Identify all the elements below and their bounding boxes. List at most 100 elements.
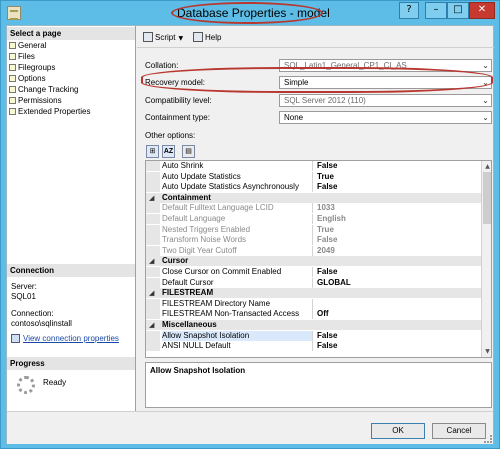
collapse-triangle-icon[interactable]: ◢ (149, 288, 154, 298)
property-row[interactable]: Close Cursor on Commit Enabled False (146, 267, 481, 277)
property-value[interactable]: 2049 (317, 246, 335, 256)
cancel-button[interactable]: Cancel (432, 423, 486, 439)
database-properties-window: Database Properties - model ? – □ ✕ Sele… (0, 0, 500, 449)
database-icon (7, 6, 21, 20)
maximize-button[interactable]: □ (447, 2, 469, 19)
dialog-client-area: Select a page General Files Filegroups O… (6, 25, 494, 444)
property-row[interactable]: FILESTREAM Directory Name (146, 298, 481, 309)
property-value[interactable]: GLOBAL (317, 278, 351, 288)
help-label: Help (205, 33, 222, 42)
collapse-triangle-icon[interactable]: ◢ (149, 193, 154, 203)
row-gutter (146, 171, 160, 182)
property-row[interactable]: Default Cursor GLOBAL (146, 277, 481, 288)
collapse-triangle-icon[interactable]: ◢ (149, 320, 154, 330)
scroll-down-icon[interactable]: ▼ (483, 347, 491, 356)
page-item-permissions[interactable]: Permissions (9, 95, 62, 106)
property-row[interactable]: Auto Update Statistics Asynchronously Fal… (146, 182, 481, 193)
property-row[interactable]: ANSI NULL Default False (146, 341, 481, 352)
view-connection-properties-link[interactable]: View connection properties (11, 334, 119, 346)
page-item-label: Filegroups (18, 63, 56, 72)
property-row[interactable]: Default Fulltext Language LCID 1033 (146, 203, 481, 214)
row-gutter (146, 267, 160, 277)
property-category-row[interactable]: ◢ FILESTREAM (146, 288, 481, 299)
script-button[interactable]: Script ▼ (143, 32, 183, 44)
page-item-extended-properties[interactable]: Extended Properties (9, 106, 91, 117)
property-row[interactable]: Transform Noise Words False (146, 235, 481, 246)
property-value[interactable]: True (317, 225, 334, 235)
property-row[interactable]: Two Digit Year Cutoff 2049 (146, 245, 481, 256)
alphabetical-sort-button[interactable]: AZ (162, 145, 175, 158)
containment-type-dropdown[interactable]: None ⌄ (279, 111, 492, 124)
close-button[interactable]: ✕ (469, 2, 495, 19)
property-category-row[interactable]: ◢ Cursor (146, 256, 481, 267)
progress-header: Progress (7, 357, 135, 370)
chevron-down-icon: ⌄ (482, 113, 489, 122)
property-row[interactable]: Default Language English (146, 214, 481, 224)
row-gutter (146, 235, 160, 246)
property-value[interactable]: False (317, 235, 337, 245)
property-value[interactable]: False (317, 182, 337, 192)
page-item-files[interactable]: Files (9, 51, 35, 62)
row-gutter (146, 224, 160, 235)
page-item-label: General (18, 41, 47, 50)
server-label: Server: (11, 282, 37, 291)
compatibility-level-value: SQL Server 2012 (110) (284, 96, 366, 105)
title-bar[interactable]: Database Properties - model ? – □ ✕ (1, 1, 499, 25)
containment-type-label: Containment type: (145, 113, 210, 122)
help-button[interactable]: Help (193, 32, 221, 44)
property-value[interactable]: True (317, 172, 334, 182)
minimize-button[interactable]: – (425, 2, 447, 19)
page-icon (9, 97, 16, 104)
help-window-button[interactable]: ? (399, 2, 419, 19)
property-row[interactable]: Nested Triggers Enabled True (146, 224, 481, 235)
chevron-down-icon: ⌄ (482, 96, 489, 105)
property-category-row[interactable]: ◢ Containment (146, 192, 481, 203)
property-name: Default Fulltext Language LCID (162, 203, 313, 214)
containment-type-value: None (284, 113, 304, 122)
property-name: Close Cursor on Commit Enabled (162, 267, 313, 277)
scroll-up-icon[interactable]: ▲ (483, 162, 491, 171)
page-item-general[interactable]: General (9, 40, 46, 51)
property-row[interactable]: Auto Shrink False (146, 161, 481, 171)
collapse-triangle-icon[interactable]: ◢ (149, 256, 154, 266)
page-icon (9, 75, 16, 82)
property-value[interactable]: False (317, 341, 337, 351)
property-value[interactable]: Off (317, 309, 329, 319)
property-value[interactable]: 1033 (317, 203, 335, 213)
row-gutter (146, 203, 160, 214)
chevron-down-icon: ▼ (178, 35, 184, 42)
page-item-label: Options (18, 74, 46, 83)
page-item-change-tracking[interactable]: Change Tracking (9, 84, 78, 95)
script-label: Script (155, 33, 176, 42)
grid-vertical-scrollbar[interactable]: ▲ ▼ (481, 161, 491, 357)
property-row[interactable]: Auto Update Statistics True (146, 171, 481, 182)
connection-header: Connection (7, 264, 135, 277)
property-row[interactable]: FILESTREAM Non-Transacted Access Off (146, 309, 481, 320)
left-pane: Select a page General Files Filegroups O… (7, 26, 136, 411)
page-icon (9, 64, 16, 71)
row-gutter (146, 277, 160, 288)
scrollbar-thumb[interactable] (483, 172, 491, 224)
property-value[interactable]: English (317, 214, 346, 224)
categorized-view-button[interactable]: ⊞ (146, 145, 159, 158)
property-value[interactable]: False (317, 161, 337, 171)
resize-grip[interactable] (484, 435, 492, 443)
property-name: Two Digit Year Cutoff (162, 245, 313, 256)
property-row[interactable]: Allow Snapshot Isolation False (146, 330, 481, 341)
select-page-header: Select a page (7, 27, 135, 40)
property-value[interactable]: False (317, 267, 337, 277)
options-property-grid[interactable]: Auto Shrink False Auto Update Statistics Tr… (145, 160, 492, 358)
page-item-options[interactable]: Options (9, 73, 46, 84)
connection-label: Connection: (11, 309, 54, 318)
page-item-label: Permissions (18, 96, 62, 105)
property-name: Default Cursor (162, 277, 313, 288)
ok-button[interactable]: OK (371, 423, 425, 439)
property-name: ANSI NULL Default (162, 341, 313, 352)
category-name: Cursor (162, 256, 189, 266)
page-item-filegroups[interactable]: Filegroups (9, 62, 55, 73)
property-value[interactable]: False (317, 331, 337, 341)
progress-status: Ready (43, 378, 67, 387)
compatibility-level-dropdown[interactable]: SQL Server 2012 (110) ⌄ (279, 94, 492, 107)
property-category-row[interactable]: ◢ Miscellaneous (146, 320, 481, 330)
property-pages-button[interactable]: ▤ (182, 145, 195, 158)
